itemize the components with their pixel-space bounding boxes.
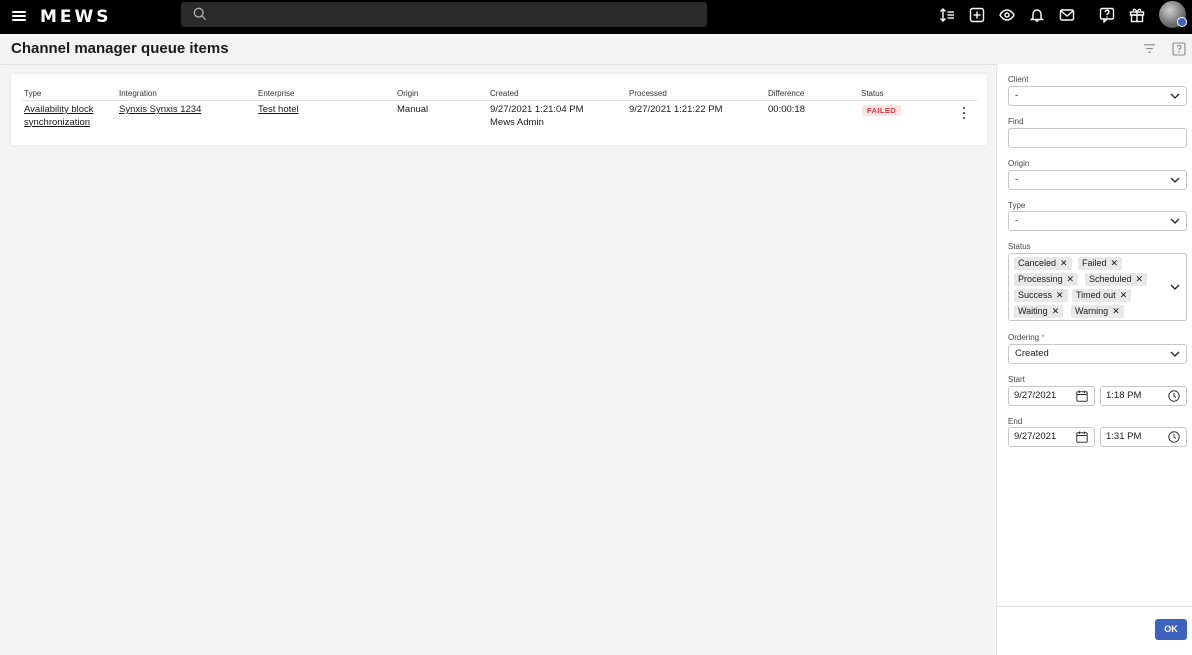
filter-panel: Client - Find Origin - Type - Status Can… xyxy=(996,64,1192,655)
find-label: Find xyxy=(1008,117,1024,126)
header-divider xyxy=(0,64,996,65)
column-header-difference[interactable]: Difference xyxy=(768,89,804,98)
sort-icon[interactable] xyxy=(939,7,955,23)
remove-icon[interactable]: ✕ xyxy=(1112,305,1120,318)
column-header-processed[interactable]: Processed xyxy=(629,89,667,98)
start-time-input[interactable]: 1:18 PM xyxy=(1100,386,1187,406)
chevron-down-icon xyxy=(1170,177,1180,183)
created-timestamp: 9/27/2021 1:21:04 PM xyxy=(490,104,584,115)
chevron-down-icon xyxy=(1170,93,1180,99)
ok-button[interactable]: OK xyxy=(1155,619,1187,640)
type-link[interactable]: Availability block xyxy=(24,104,94,117)
status-chip-scheduled: Scheduled ✕ xyxy=(1085,273,1148,286)
column-header-enterprise[interactable]: Enterprise xyxy=(258,89,294,98)
chevron-down-icon xyxy=(1170,218,1180,224)
ordering-value: Created xyxy=(1015,348,1049,359)
processed-cell: 9/27/2021 1:21:22 PM xyxy=(629,104,723,115)
end-label: End xyxy=(1008,417,1023,426)
search-input[interactable] xyxy=(181,2,707,27)
remove-icon[interactable]: ✕ xyxy=(1111,257,1119,270)
status-label: Status xyxy=(1008,242,1031,251)
app-logo[interactable]: MEWS xyxy=(40,7,112,27)
chevron-down-icon xyxy=(1170,351,1180,357)
column-header-type[interactable]: Type xyxy=(24,89,41,98)
status-chip-waiting: Waiting ✕ xyxy=(1014,305,1064,318)
origin-value: - xyxy=(1015,174,1019,185)
origin-label: Origin xyxy=(1008,159,1030,168)
table-row: Availability block synchronization xyxy=(24,104,94,129)
client-label: Client xyxy=(1008,75,1029,84)
page-title: Channel manager queue items xyxy=(11,40,229,57)
integration-link[interactable]: Synxis Synxis 1234 xyxy=(119,104,201,117)
remove-icon[interactable]: ✕ xyxy=(1120,289,1128,302)
start-label: Start xyxy=(1008,375,1025,384)
column-header-status[interactable]: Status xyxy=(861,89,884,98)
status-chip-timed-out: Timed out ✕ xyxy=(1072,289,1132,302)
type-select[interactable]: - xyxy=(1008,211,1187,231)
find-input[interactable] xyxy=(1008,128,1187,148)
clock-icon[interactable] xyxy=(1168,390,1180,402)
column-header-origin[interactable]: Origin xyxy=(397,89,418,98)
difference-cell: 00:00:18 xyxy=(768,104,805,115)
ordering-select[interactable]: Created xyxy=(1008,344,1187,364)
avatar-status-badge xyxy=(1177,17,1187,27)
remove-icon[interactable]: ✕ xyxy=(1056,289,1064,302)
chevron-down-icon xyxy=(1170,284,1180,290)
gift-icon[interactable] xyxy=(1129,7,1145,23)
add-icon[interactable] xyxy=(969,7,985,23)
type-label: Type xyxy=(1008,201,1026,210)
required-mark: * xyxy=(1041,333,1045,342)
header-row-divider xyxy=(22,100,977,101)
clock-icon[interactable] xyxy=(1168,431,1180,443)
start-time-value: 1:18 PM xyxy=(1106,390,1142,401)
start-date-input[interactable]: 9/27/2021 xyxy=(1008,386,1095,406)
type-value: - xyxy=(1015,215,1019,226)
help-icon[interactable] xyxy=(1172,42,1186,56)
status-multiselect[interactable]: Canceled ✕ Failed ✕ Processing ✕ Scheduled ✕… xyxy=(1008,253,1187,321)
panel-footer-divider xyxy=(997,606,1192,607)
end-time-input[interactable]: 1:31 PM xyxy=(1100,427,1187,447)
status-chip-warning: Warning ✕ xyxy=(1071,305,1124,318)
ordering-label: Ordering * xyxy=(1008,333,1045,342)
created-by: Mews Admin xyxy=(490,116,544,128)
status-chip-canceled: Canceled ✕ xyxy=(1014,257,1072,270)
remove-icon[interactable]: ✕ xyxy=(1067,273,1075,286)
end-time-value: 1:31 PM xyxy=(1106,431,1142,442)
remove-icon[interactable]: ✕ xyxy=(1052,305,1060,318)
type-link-line2[interactable]: synchronization xyxy=(24,117,94,130)
filter-icon[interactable] xyxy=(1143,42,1156,55)
mail-icon[interactable] xyxy=(1059,7,1075,23)
status-chip-success: Success ✕ xyxy=(1014,289,1068,302)
queue-items-table: Type Integration Enterprise Origin Creat… xyxy=(11,74,987,145)
origin-cell: Manual xyxy=(397,104,429,115)
column-header-created[interactable]: Created xyxy=(490,89,518,98)
menu-icon[interactable] xyxy=(12,9,26,23)
row-actions-icon[interactable] xyxy=(960,107,968,119)
end-date-input[interactable]: 9/27/2021 xyxy=(1008,427,1095,447)
calendar-icon[interactable] xyxy=(1076,390,1088,402)
remove-icon[interactable]: ✕ xyxy=(1136,273,1144,286)
status-chip-failed: Failed ✕ xyxy=(1078,257,1123,270)
column-header-integration[interactable]: Integration xyxy=(119,89,157,98)
eye-icon[interactable] xyxy=(999,7,1015,23)
client-value: - xyxy=(1015,90,1019,101)
status-badge: FAILED xyxy=(862,105,902,116)
calendar-icon[interactable] xyxy=(1076,431,1088,443)
created-cell: 9/27/2021 1:21:04 PM Mews Admin xyxy=(490,104,584,129)
status-chip-processing: Processing ✕ xyxy=(1014,273,1079,286)
remove-icon[interactable]: ✕ xyxy=(1060,257,1068,270)
client-select[interactable]: - xyxy=(1008,86,1187,106)
help-chat-icon[interactable] xyxy=(1099,7,1115,23)
search-icon xyxy=(193,7,207,21)
origin-select[interactable]: - xyxy=(1008,170,1187,190)
enterprise-link[interactable]: Test hotel xyxy=(258,104,299,117)
bell-icon[interactable] xyxy=(1029,7,1045,23)
end-date-value: 9/27/2021 xyxy=(1014,431,1057,442)
start-date-value: 9/27/2021 xyxy=(1014,390,1057,401)
